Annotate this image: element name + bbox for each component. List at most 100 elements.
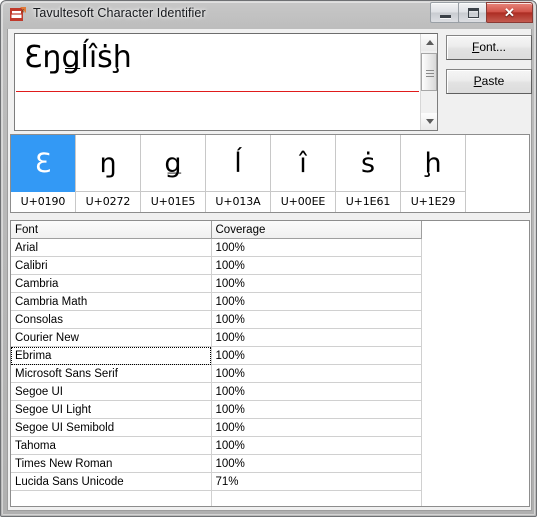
character-tile[interactable]: ṡ U+1E61 bbox=[336, 135, 401, 212]
coverage-cell: 100% bbox=[211, 364, 422, 383]
character-codepoint: U+01E5 bbox=[141, 192, 205, 212]
spellcheck-underline bbox=[16, 91, 419, 92]
character-codepoint: U+013A bbox=[206, 192, 270, 212]
coverage-cell: 100% bbox=[211, 346, 422, 365]
table-row[interactable]: Calibri 100% bbox=[11, 256, 422, 275]
paste-button-accel: P bbox=[473, 74, 482, 88]
character-input-text: Ɛŋǥĺîṡḩ bbox=[24, 40, 132, 75]
character-tile[interactable]: ḩ U+1E29 bbox=[401, 135, 466, 212]
minimize-icon bbox=[440, 15, 451, 18]
table-row[interactable]: Microsoft Sans Serif 100% bbox=[11, 364, 422, 383]
font-name-cell: Ebrima bbox=[11, 346, 212, 365]
scroll-down-icon bbox=[426, 119, 434, 124]
close-icon: ✕ bbox=[504, 5, 515, 20]
svg-text:x: x bbox=[21, 7, 25, 14]
coverage-cell: 100% bbox=[211, 256, 422, 275]
window-controls: ✕ bbox=[430, 2, 533, 23]
character-glyph: ǥ bbox=[141, 135, 205, 192]
character-codepoint: U+00EE bbox=[271, 192, 335, 212]
coverage-cell bbox=[211, 490, 422, 506]
table-row[interactable]: Cambria Math 100% bbox=[11, 292, 422, 311]
character-glyph: ḩ bbox=[401, 135, 465, 192]
maximize-button[interactable] bbox=[458, 2, 487, 23]
maximize-icon bbox=[468, 8, 479, 18]
coverage-cell: 100% bbox=[211, 454, 422, 473]
font-name-cell: Lucida Sans Unicode bbox=[11, 472, 212, 491]
scroll-down-button[interactable] bbox=[421, 113, 437, 130]
minimize-button[interactable] bbox=[430, 2, 459, 23]
table-row[interactable]: Consolas 100% bbox=[11, 310, 422, 329]
character-tile[interactable]: Ɛ U+0190 bbox=[11, 135, 76, 212]
close-button[interactable]: ✕ bbox=[486, 2, 533, 23]
table-row[interactable]: Segoe UI Light 100% bbox=[11, 400, 422, 419]
font-button-label: ont... bbox=[479, 40, 507, 54]
font-name-cell bbox=[11, 490, 212, 506]
font-name-cell: Courier New bbox=[11, 328, 212, 347]
character-tile[interactable]: ĺ U+013A bbox=[206, 135, 271, 212]
font-name-cell: Arial bbox=[11, 238, 212, 257]
font-name-cell: Tahoma bbox=[11, 436, 212, 455]
scroll-up-icon bbox=[426, 40, 434, 45]
scroll-up-button[interactable] bbox=[421, 34, 437, 51]
app-icon: x bbox=[10, 7, 26, 21]
character-glyph: ṡ bbox=[336, 135, 400, 192]
font-name-cell: Segoe UI Semibold bbox=[11, 418, 212, 437]
table-header-row: Font Coverage bbox=[11, 221, 422, 239]
table-row[interactable]: Cambria 100% bbox=[11, 274, 422, 293]
coverage-cell: 100% bbox=[211, 238, 422, 257]
font-button[interactable]: Font... bbox=[446, 35, 532, 60]
client-area: Ɛŋǥĺîṡḩ Font... Paste Ɛ U+0190 ŋ U+0272 ǥ U+0… bbox=[7, 29, 532, 511]
application-window: x Tavultesoft Character Identifier ✕ Ɛŋǥ… bbox=[0, 0, 537, 517]
table-row[interactable] bbox=[11, 490, 422, 506]
character-input-box[interactable]: Ɛŋǥĺîṡḩ bbox=[14, 33, 438, 131]
table-row[interactable]: Times New Roman 100% bbox=[11, 454, 422, 473]
column-header[interactable]: Coverage bbox=[211, 221, 422, 239]
font-coverage-grid[interactable]: Font Coverage Arial 100% Calibri 100% Cambria… bbox=[10, 220, 530, 507]
character-glyph: ĺ bbox=[206, 135, 270, 192]
table-row[interactable]: Arial 100% bbox=[11, 238, 422, 257]
table-row[interactable]: Courier New 100% bbox=[11, 328, 422, 347]
coverage-cell: 100% bbox=[211, 328, 422, 347]
coverage-cell: 100% bbox=[211, 310, 422, 329]
font-name-cell: Consolas bbox=[11, 310, 212, 329]
paste-button[interactable]: Paste bbox=[446, 69, 532, 94]
coverage-cell: 100% bbox=[211, 274, 422, 293]
character-tile[interactable]: ŋ U+0272 bbox=[76, 135, 141, 212]
character-glyph: ŋ bbox=[76, 135, 140, 192]
font-name-cell: Times New Roman bbox=[11, 454, 212, 473]
character-codepoint: U+1E61 bbox=[336, 192, 400, 212]
coverage-cell: 100% bbox=[211, 418, 422, 437]
editor-scrollbar[interactable] bbox=[420, 34, 437, 130]
table-row[interactable]: Segoe UI Semibold 100% bbox=[11, 418, 422, 437]
font-name-cell: Segoe UI bbox=[11, 382, 212, 401]
coverage-table: Font Coverage Arial 100% Calibri 100% Cambria… bbox=[11, 221, 422, 506]
character-tile-strip[interactable]: Ɛ U+0190 ŋ U+0272 ǥ U+01E5 ĺ U+013A î U+00EE ṡ U+1E… bbox=[10, 134, 530, 213]
table-body: Arial 100% Calibri 100% Cambria 100% Cambria M… bbox=[11, 238, 422, 506]
font-name-cell: Cambria bbox=[11, 274, 212, 293]
character-codepoint: U+0190 bbox=[11, 192, 75, 212]
paste-button-label: aste bbox=[481, 74, 505, 88]
table-row[interactable]: Ebrima 100% bbox=[11, 346, 422, 365]
font-name-cell: Microsoft Sans Serif bbox=[11, 364, 212, 383]
title-bar[interactable]: x Tavultesoft Character Identifier ✕ bbox=[1, 1, 536, 29]
scrollbar-thumb[interactable] bbox=[421, 53, 437, 91]
coverage-cell: 71% bbox=[211, 472, 422, 491]
character-tile[interactable]: ǥ U+01E5 bbox=[141, 135, 206, 212]
window-title: Tavultesoft Character Identifier bbox=[33, 6, 206, 20]
character-tile[interactable]: î U+00EE bbox=[271, 135, 336, 212]
character-codepoint: U+0272 bbox=[76, 192, 140, 212]
character-codepoint: U+1E29 bbox=[401, 192, 465, 212]
character-tiles: Ɛ U+0190 ŋ U+0272 ǥ U+01E5 ĺ U+013A î U+00EE ṡ U+1E… bbox=[11, 135, 466, 212]
font-name-cell: Cambria Math bbox=[11, 292, 212, 311]
table-row[interactable]: Lucida Sans Unicode 71% bbox=[11, 472, 422, 491]
character-glyph: Ɛ bbox=[11, 135, 75, 192]
coverage-cell: 100% bbox=[211, 292, 422, 311]
coverage-cell: 100% bbox=[211, 436, 422, 455]
coverage-cell: 100% bbox=[211, 400, 422, 419]
font-name-cell: Segoe UI Light bbox=[11, 400, 212, 419]
font-name-cell: Calibri bbox=[11, 256, 212, 275]
coverage-cell: 100% bbox=[211, 382, 422, 401]
table-row[interactable]: Segoe UI 100% bbox=[11, 382, 422, 401]
column-header[interactable]: Font bbox=[11, 221, 212, 239]
table-row[interactable]: Tahoma 100% bbox=[11, 436, 422, 455]
